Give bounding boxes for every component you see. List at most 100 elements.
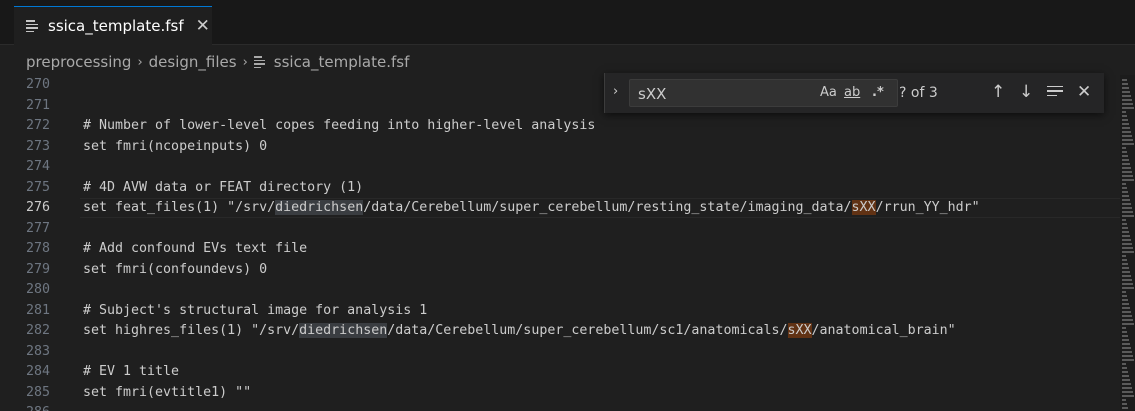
code-line[interactable]: 274 — [0, 157, 1120, 177]
code-line[interactable]: 279 set fmri(confoundevs) 0 — [0, 260, 1120, 280]
code-segment: set highres_files(1) "/srv/ — [83, 323, 300, 338]
minimap-line — [1122, 347, 1131, 349]
code-line[interactable]: 285 set fmri(evtitle1) "" — [0, 383, 1120, 403]
search-match: sXX — [851, 200, 876, 215]
minimap-line — [1122, 367, 1127, 369]
minimap-line — [1122, 251, 1134, 253]
minimap-line — [1122, 107, 1134, 109]
line-code: set feat_files(1) "/srv/diedrichsen/data… — [83, 198, 980, 218]
find-in-selection-icon[interactable] — [1047, 83, 1065, 99]
arrow-up-icon[interactable]: ↑ — [991, 81, 1005, 103]
word-highlight: diedrichsen — [299, 323, 388, 338]
search-match: sXX — [787, 323, 812, 338]
breadcrumb-item-design-files[interactable]: design_files — [149, 53, 237, 71]
minimap-line — [1122, 151, 1127, 153]
minimap-line — [1122, 395, 1134, 397]
minimap-line — [1122, 163, 1130, 165]
code-line[interactable]: 280 — [0, 280, 1120, 300]
minimap-line — [1122, 343, 1130, 345]
close-icon[interactable]: ✕ — [196, 16, 210, 36]
minimap-line — [1122, 311, 1131, 313]
find-input[interactable] — [636, 82, 810, 106]
line-number: 270 — [25, 77, 50, 92]
line-number: 273 — [25, 138, 50, 154]
line-number: 286 — [0, 403, 50, 411]
minimap-line — [1122, 263, 1128, 265]
minimap-line — [1122, 103, 1133, 105]
code-segment: /data/Cerebellum/super_cerebellum/restin… — [363, 200, 852, 215]
minimap-line — [1122, 267, 1129, 269]
minimap-line — [1122, 143, 1134, 145]
minimap-line — [1122, 139, 1133, 141]
minimap-line — [1122, 307, 1130, 309]
arrow-down-icon[interactable]: ↓ — [1019, 81, 1033, 103]
minimap-line — [1122, 155, 1128, 157]
whole-word-icon[interactable]: ab — [844, 85, 860, 100]
minimap-line — [1122, 79, 1127, 81]
minimap-line — [1122, 275, 1131, 277]
minimap-line — [1122, 235, 1130, 237]
line-code: set fmri(confoundevs) 0 — [83, 261, 268, 277]
word-highlight: diedrichsen — [275, 200, 364, 215]
code-line[interactable]: 283 — [0, 342, 1120, 362]
code-line[interactable]: 275 # 4D AVW data or FEAT directory (1) — [0, 178, 1120, 198]
tab-title: ssica_template.fsf — [48, 17, 184, 35]
minimap-line — [1122, 227, 1128, 229]
minimap-line — [1122, 327, 1126, 329]
minimap-line — [1122, 351, 1132, 353]
code-line[interactable]: 284 # EV 1 title — [0, 362, 1120, 382]
minimap-line — [1122, 147, 1126, 149]
minimap-line — [1122, 187, 1127, 189]
minimap[interactable] — [1120, 75, 1135, 411]
minimap-line — [1122, 331, 1127, 333]
minimap-line — [1122, 315, 1132, 317]
file-text-icon — [26, 19, 40, 33]
line-number: 276 — [25, 200, 50, 215]
code-line[interactable]: 282 set highres_files(1) "/srv/diedrichse… — [0, 321, 1120, 341]
minimap-line — [1122, 323, 1134, 325]
close-icon[interactable]: ✕ — [1077, 81, 1091, 103]
minimap-line — [1122, 159, 1129, 161]
minimap-line — [1122, 403, 1127, 405]
minimap-line — [1122, 239, 1131, 241]
chevron-right-icon: › — [242, 54, 248, 70]
code-line[interactable]: 286 — [0, 403, 1120, 411]
code-line[interactable]: 277 — [0, 219, 1120, 239]
code-editor[interactable]: 270 271 272 # Number of lower-level copes f… — [0, 75, 1120, 411]
minimap-line — [1122, 283, 1133, 285]
breadcrumb-item-file[interactable]: ssica_template.fsf — [274, 53, 410, 71]
minimap-line — [1122, 195, 1129, 197]
match-case-icon[interactable]: Aa — [820, 85, 837, 100]
tab-ssica-template[interactable]: ssica_template.fsf ✕ — [14, 6, 212, 45]
minimap-line — [1122, 271, 1130, 273]
code-line[interactable]: 273 set fmri(ncopeinputs) 0 — [0, 137, 1120, 157]
minimap-line — [1122, 391, 1133, 393]
breadcrumb-item-preprocessing[interactable]: preprocessing — [26, 53, 131, 71]
minimap-line — [1122, 399, 1126, 401]
code-line[interactable]: 281 # Subject's structural image for anal… — [0, 301, 1120, 321]
toggle-replace-icon[interactable]: › — [613, 84, 618, 99]
minimap-line — [1122, 291, 1126, 293]
minimap-line — [1122, 371, 1128, 373]
code-line[interactable]: 272 # Number of lower-level copes feeding… — [0, 116, 1120, 136]
minimap-line — [1122, 359, 1134, 361]
tab-bar: ssica_template.fsf ✕ — [0, 0, 1135, 45]
code-segment: /data/Cerebellum/super_cerebellum/sc1/an… — [387, 323, 788, 338]
minimap-line — [1122, 207, 1132, 209]
code-line[interactable]: 278 # Add confound EVs text file — [0, 239, 1120, 259]
minimap-line — [1122, 319, 1133, 321]
find-input-box: Aa ab .* — [629, 79, 898, 107]
line-number: 285 — [25, 384, 50, 400]
code-line[interactable]: 276 set feat_files(1) "/srv/diedrichsen/d… — [0, 198, 1120, 218]
minimap-line — [1122, 115, 1127, 117]
line-number: 278 — [25, 241, 50, 256]
minimap-line — [1122, 179, 1134, 181]
minimap-line — [1122, 255, 1126, 257]
minimap-line — [1122, 99, 1132, 101]
regex-icon[interactable]: .* — [872, 85, 884, 100]
line-number: 274 — [25, 159, 50, 174]
minimap-line — [1122, 295, 1127, 297]
minimap-line — [1122, 211, 1133, 213]
minimap-line — [1122, 223, 1127, 225]
minimap-line — [1122, 335, 1128, 337]
